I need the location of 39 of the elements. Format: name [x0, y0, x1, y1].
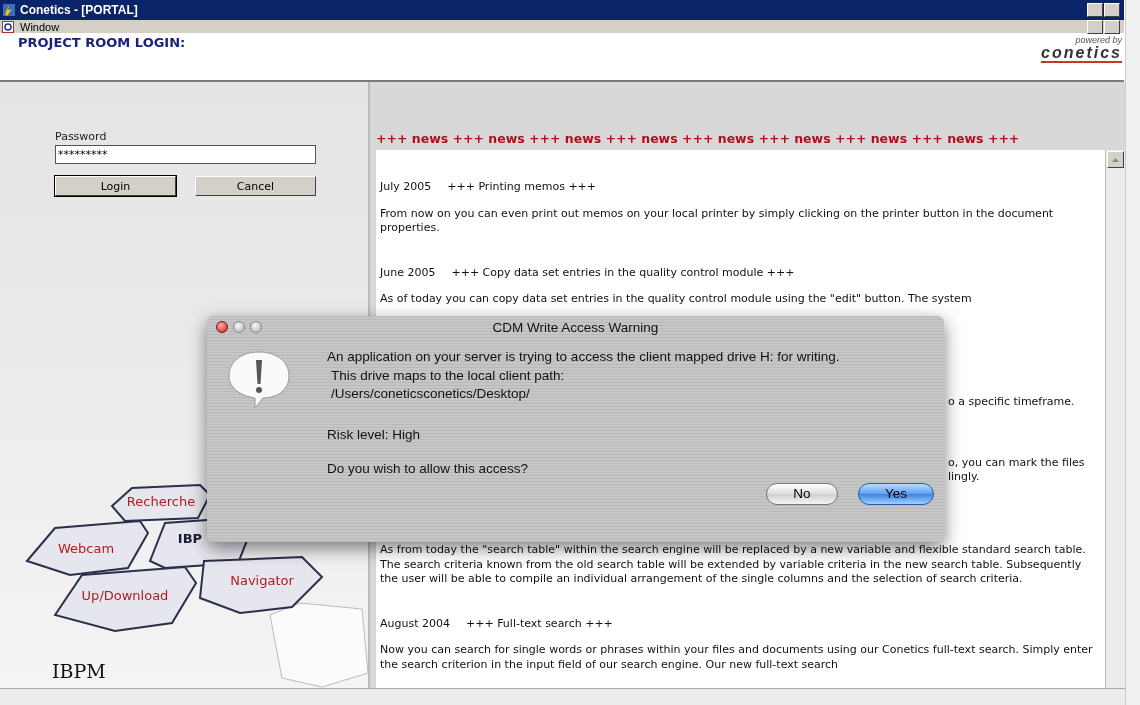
dialog-title: CDM Write Access Warning	[492, 319, 659, 335]
cancel-button[interactable]: Cancel	[195, 176, 316, 196]
no-button[interactable]: No	[766, 482, 838, 505]
dialog-message: /Users/coneticsconetics/Desktop/	[330, 385, 530, 403]
news-text: o, you can mark the files	[948, 455, 1085, 471]
scroll-up-icon[interactable]	[1112, 157, 1119, 162]
news-headline: +++ Copy data set entries in the quality control module +++	[451, 265, 795, 281]
navigation-tile[interactable]: Up/Download	[53, 565, 198, 632]
window-title: Conetics - [PORTAL]	[20, 3, 139, 17]
news-text: o a specific timeframe.	[948, 394, 1075, 410]
news-text: As of today you can copy data set entries in the quality control module using the "edit" button. The system	[380, 292, 973, 307]
zoom-button[interactable]	[250, 321, 262, 333]
news-text: From now on you can even print out memos on your local printer by simply clicking on the printer button in the document properties.	[380, 206, 1055, 236]
app-icon	[2, 3, 16, 17]
dialog-message: An application on your server is trying to access the client mapped drive H: for writing.	[327, 348, 840, 366]
field-label: Password	[55, 130, 108, 143]
yes-button[interactable]: Yes	[858, 482, 934, 505]
news-text: lingly.	[948, 470, 980, 485]
navigation-tile[interactable]: Webcam	[25, 519, 150, 576]
dialog-question: Do you wish to allow this access?	[327, 460, 529, 478]
news-headline: +++ Printing memos +++	[447, 180, 597, 195]
news-headline: +++ Full-text search +++	[466, 616, 613, 632]
menu-item[interactable]: Window	[20, 20, 60, 33]
dialog-message: Risk level: High	[327, 425, 421, 444]
dialog-message: This drive maps to the local client path:	[330, 366, 565, 385]
password-field[interactable]: *********	[55, 145, 316, 164]
news-text: Now you can search for single words or phrases within your files and documents using our Conetics full-text search. Simply enter the search criterion in the input field of our search engine. Our new full-text search	[380, 643, 1094, 673]
login-button[interactable]: Login	[55, 176, 176, 196]
navigation-tile[interactable]: Navigator	[198, 556, 324, 615]
logo-tagline: powered by	[1075, 35, 1122, 45]
brand-name: IBPM	[52, 660, 106, 682]
news-date: June 2005	[380, 265, 436, 281]
close-button[interactable]	[216, 321, 228, 333]
news-date: July 2005	[380, 180, 432, 195]
news-ticker: +++ news +++ news +++ news +++ news +++ news +++ news +++ news +++ news +++	[376, 131, 1020, 146]
page-title: PROJECT ROOM LOGIN:	[17, 34, 186, 52]
news-text: As from today the "search table" within the search engine will be replaced by a new variable and flexible standard search table. The search criteria known from the old search table will be extended by variable criteria in the new search table. Subsequently the user will be able to compile an individual arrangement of the single columns and the selection of search criteria.	[380, 542, 1087, 587]
logo: conetics	[1041, 45, 1122, 63]
news-date: August 2004	[380, 616, 450, 632]
